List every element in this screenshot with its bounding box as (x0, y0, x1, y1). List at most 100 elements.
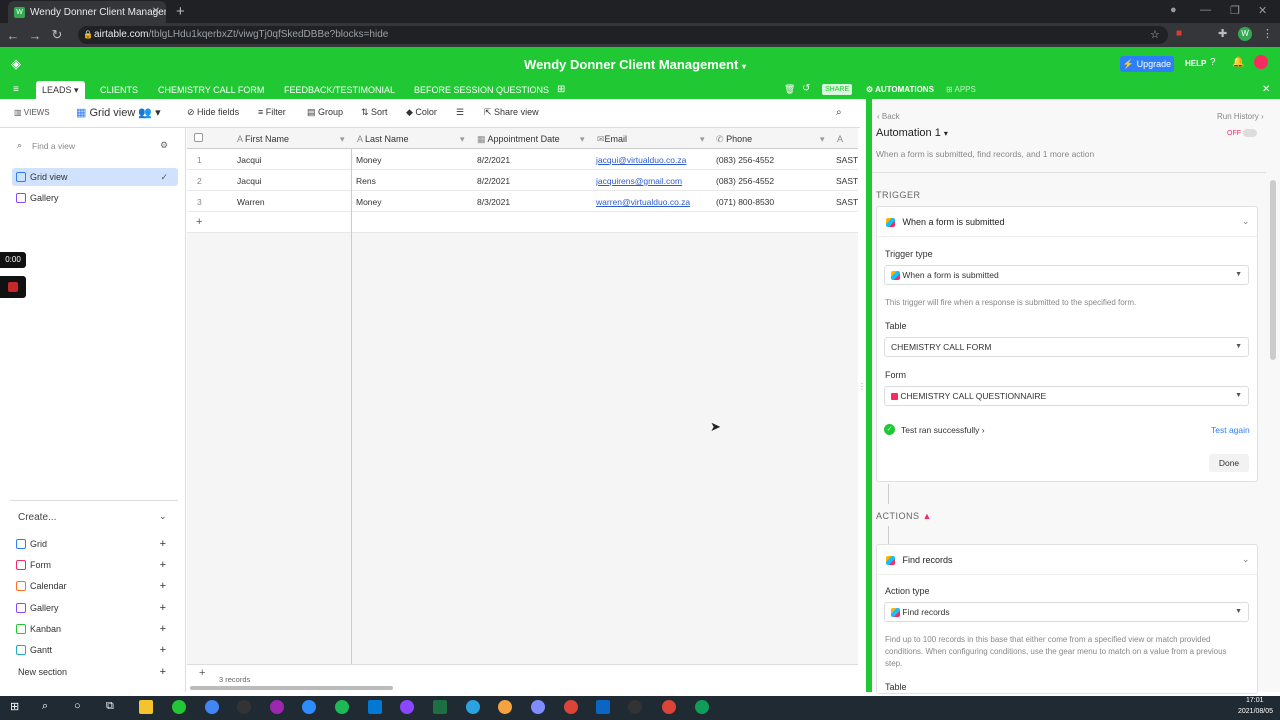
cell-timezone[interactable]: SAST (836, 176, 858, 186)
chevron-down-icon[interactable]: ⌄ (159, 511, 167, 522)
table-select[interactable]: CHEMISTRY CALL FORM ▼ (884, 337, 1249, 357)
sort-button[interactable]: ⇅ Sort (361, 107, 388, 118)
done-button[interactable]: Done (1209, 454, 1249, 472)
create-kanban[interactable]: Kanban + (12, 620, 178, 638)
browser-tab[interactable]: W Wendy Donner Client Management ✕ (8, 1, 166, 23)
chrome-icon[interactable] (564, 700, 578, 714)
app-icon[interactable] (498, 700, 512, 714)
telegram-icon[interactable] (466, 700, 480, 714)
extensions-puzzle-icon[interactable]: ✚ (1218, 27, 1227, 40)
cell-phone[interactable]: (071) 800-8530 (716, 197, 774, 207)
add-table-icon[interactable]: ⊞ (557, 84, 565, 95)
create-form[interactable]: Form + (12, 556, 178, 574)
column-header-phone[interactable]: ✆ Phone (716, 134, 752, 145)
create-gantt[interactable]: Gantt + (12, 641, 178, 659)
cortana-icon[interactable]: ○ (74, 700, 81, 712)
cell-last-name[interactable]: Rens (356, 176, 376, 186)
column-header-timezone[interactable]: A (837, 134, 843, 144)
cell-last-name[interactable]: Money (356, 155, 382, 165)
maximize-icon[interactable]: ❐ (1230, 4, 1240, 17)
column-header-last-name[interactable]: A Last Name (357, 134, 409, 144)
minimize-icon[interactable]: — (1200, 4, 1211, 16)
stop-recording-button[interactable] (0, 276, 26, 298)
base-title[interactable]: Wendy Donner Client Management ▾ (0, 57, 1270, 72)
group-button[interactable]: ▤ Group (307, 107, 343, 118)
close-tab-icon[interactable]: ✕ (152, 6, 160, 17)
color-button[interactable]: ◆ Color (406, 107, 437, 118)
spotify-icon[interactable] (335, 700, 349, 714)
excel-icon[interactable] (433, 700, 447, 714)
chevron-down-icon[interactable]: ⌄ (1242, 554, 1250, 565)
app-icon[interactable] (531, 700, 545, 714)
chrome-icon[interactable] (695, 700, 709, 714)
chevron-down-icon[interactable]: ▾ (700, 134, 705, 145)
cell-email[interactable]: jacquirens@gmail.com (596, 176, 682, 186)
column-header-email[interactable]: ✉Email (597, 134, 627, 145)
cell-appointment-date[interactable]: 8/2/2021 (477, 155, 510, 165)
trigger-card-header[interactable]: When a form is submitted (886, 217, 1005, 228)
views-toggle[interactable]: ▥ VIEWS (14, 108, 50, 117)
search-icon[interactable]: ⌕ (42, 700, 48, 713)
cell-first-name[interactable]: Warren (237, 197, 265, 207)
filter-button[interactable]: ≡ Filter (258, 107, 286, 117)
add-record-icon[interactable]: + (199, 667, 205, 679)
chevron-down-icon[interactable]: ⌄ (1242, 216, 1250, 227)
tab-before-session-questions[interactable]: BEFORE SESSION QUESTIONS (408, 81, 555, 99)
cell-email[interactable]: jacqui@virtualduo.co.za (596, 155, 686, 165)
search-icon[interactable]: ⌕ (836, 107, 842, 118)
app-icon[interactable] (596, 700, 610, 714)
create-gallery[interactable]: Gallery + (12, 599, 178, 617)
sidebar-view-grid[interactable]: Grid view ✓ (12, 168, 178, 186)
app-icon[interactable] (237, 700, 251, 714)
find-view-input[interactable]: Find a view (32, 141, 75, 151)
automation-name[interactable]: Automation 1 ▾ (876, 127, 948, 139)
tab-leads[interactable]: LEADS ▾ (36, 81, 85, 99)
profile-dot-icon[interactable]: ● (1170, 4, 1177, 16)
cell-timezone[interactable]: SAST (836, 155, 858, 165)
browser-menu-icon[interactable]: ⋮ (1262, 27, 1273, 40)
cell-first-name[interactable]: Jacqui (237, 176, 262, 186)
form-select[interactable]: CHEMISTRY CALL QUESTIONNAIRE ▼ (884, 386, 1249, 406)
notification-bell-icon[interactable]: 🔔 (1232, 57, 1244, 68)
app-icon[interactable] (172, 700, 186, 714)
app-icon[interactable] (368, 700, 382, 714)
terminal-icon[interactable] (628, 700, 642, 714)
cell-phone[interactable]: (083) 256-4552 (716, 176, 774, 186)
url-input[interactable]: 🔒 airtable.com/tblgLHdu1kqerbxZt/viwgTj0q… (78, 26, 1168, 44)
close-panel-icon[interactable]: ✕ (1262, 84, 1270, 95)
extension-icon[interactable]: ■ (1176, 28, 1182, 39)
gear-icon[interactable]: ⚙ (160, 140, 168, 151)
user-avatar[interactable] (1254, 55, 1268, 69)
tab-feedback-testimonial[interactable]: FEEDBACK/TESTIMONIAL (278, 81, 401, 99)
add-record-icon[interactable]: + (196, 216, 202, 228)
create-header[interactable]: Create... (18, 512, 56, 523)
close-window-icon[interactable]: ✕ (1258, 4, 1267, 17)
chrome-icon[interactable] (662, 700, 676, 714)
back-arrow-icon[interactable]: ← (2, 28, 24, 43)
app-icon[interactable] (205, 700, 219, 714)
new-section[interactable]: New section + (12, 663, 178, 681)
share-view-button[interactable]: ⇱ Share view (484, 107, 539, 118)
cell-phone[interactable]: (083) 256-4552 (716, 155, 774, 165)
cell-timezone[interactable]: SAST (836, 197, 858, 207)
tab-chemistry-call-form[interactable]: CHEMISTRY CALL FORM (152, 81, 270, 99)
app-icon[interactable] (400, 700, 414, 714)
chevron-down-icon[interactable]: ▾ (340, 134, 345, 145)
chevron-down-icon[interactable]: ▾ (460, 134, 465, 145)
action-type-select[interactable]: Find records ▼ (884, 602, 1249, 622)
action-card-header[interactable]: Find records (886, 555, 953, 566)
create-calendar[interactable]: Calendar + (12, 577, 178, 595)
chevron-down-icon[interactable]: ▾ (580, 134, 585, 145)
zoom-icon[interactable] (302, 700, 316, 714)
reload-icon[interactable]: ↻ (46, 27, 68, 43)
file-explorer-icon[interactable] (139, 700, 153, 714)
row-height-icon[interactable]: ☰ (456, 107, 464, 118)
cell-appointment-date[interactable]: 8/2/2021 (477, 176, 510, 186)
profile-avatar[interactable]: W (1238, 27, 1252, 41)
back-link[interactable]: ‹ Back (877, 112, 900, 121)
trigger-type-select[interactable]: When a form is submitted ▼ (884, 265, 1249, 285)
create-grid[interactable]: Grid + (12, 535, 178, 553)
add-row[interactable] (187, 212, 858, 233)
panel-scrollbar[interactable] (1270, 180, 1276, 360)
test-status[interactable]: Test ran successfully › (901, 425, 985, 435)
